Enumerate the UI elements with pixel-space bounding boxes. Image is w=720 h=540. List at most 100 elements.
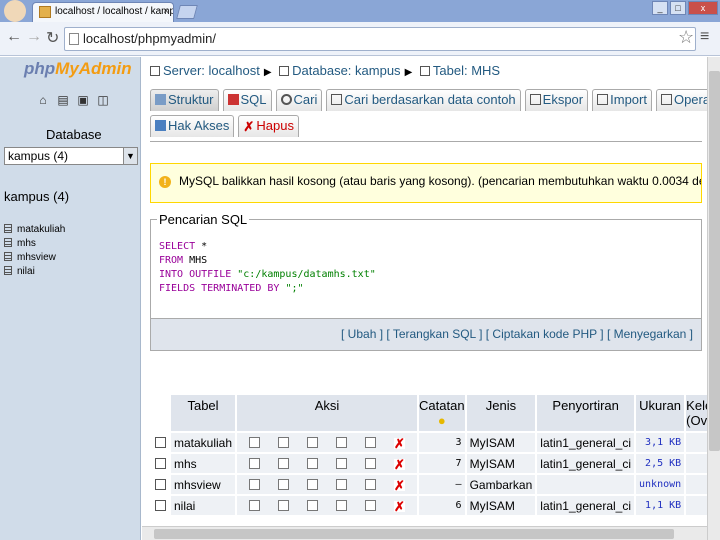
minimize-icon[interactable]: _ [652, 1, 668, 15]
row-checkbox[interactable] [155, 499, 166, 511]
search-icon[interactable] [307, 436, 319, 448]
records-cell: 6 [419, 496, 465, 515]
drop-icon[interactable]: ✗ [394, 479, 406, 492]
database-select[interactable]: kampus (4) ▼ [4, 147, 138, 165]
tab-hapus[interactable]: ✗ Hapus [238, 115, 299, 137]
search-icon[interactable] [307, 499, 319, 511]
size-cell[interactable]: 3,1 KB [636, 433, 685, 452]
empty-icon[interactable] [365, 478, 377, 490]
collation-cell: latin1_general_ci [537, 496, 635, 515]
bookmark-star-icon[interactable]: ☆ [678, 27, 694, 48]
tab-operasi[interactable]: Operasi [655, 89, 707, 111]
tab-import[interactable]: Import [592, 89, 652, 111]
collation-cell [537, 475, 635, 494]
horizontal-scrollbar[interactable] [142, 526, 707, 540]
browse-icon[interactable] [249, 499, 261, 511]
table-name-link[interactable]: matakuliah [171, 433, 236, 452]
insert-icon[interactable] [336, 457, 348, 469]
browse-icon[interactable] [249, 478, 261, 490]
empty-icon[interactable] [365, 436, 377, 448]
tab-struktur[interactable]: Struktur [150, 89, 219, 111]
actions-cell: ✗ [237, 433, 418, 452]
sidebar-table-item[interactable]: mhsview [4, 251, 65, 265]
empty-icon[interactable] [365, 499, 377, 511]
tab-sql[interactable]: SQL [222, 89, 272, 111]
tab-cari[interactable]: Cari [275, 89, 323, 111]
chevron-down-icon[interactable]: ▼ [123, 148, 137, 164]
breadcrumb-server[interactable]: Server: localhost [163, 63, 260, 78]
tab-query-by-example[interactable]: Cari berdasarkan data contoh [326, 89, 521, 111]
sidebar-table-item[interactable]: nilai [4, 265, 65, 279]
database-heading-link[interactable]: kampus (4) [4, 189, 69, 204]
table-name-link[interactable]: mhsview [171, 475, 236, 494]
tab-ekspor[interactable]: Ekspor [524, 89, 589, 111]
vertical-scrollbar[interactable] [707, 57, 720, 540]
maximize-icon[interactable]: □ [670, 1, 686, 15]
sql-box-legend: Pencarian SQL [157, 212, 250, 227]
vertical-scroll-thumb[interactable] [709, 71, 720, 451]
tab-close-icon[interactable]: × [163, 3, 169, 21]
insert-icon[interactable] [336, 499, 348, 511]
sql-keyword: FROM [159, 255, 184, 266]
docs-icon[interactable]: ▣ [76, 93, 90, 107]
sql-links[interactable]: [ Ubah ] [ Terangkan SQL ] [ Ciptakan ko… [341, 327, 693, 341]
overhead-cell[interactable]: 64 [686, 454, 707, 473]
structure-icon[interactable] [278, 457, 290, 469]
column-header-jenis[interactable]: Jenis [466, 395, 536, 431]
structure-icon[interactable] [278, 499, 290, 511]
search-icon[interactable] [307, 457, 319, 469]
tables-list: Tabel Aksi Catatan ● Jenis Penyortiran Uk… [150, 393, 707, 517]
row-select-cell [152, 475, 169, 494]
address-bar[interactable]: localhost/phpmyadmin/ [64, 27, 696, 51]
browser-tab-title: localhost / localhost / kampus [55, 6, 174, 17]
size-cell[interactable]: 1,1 KB [636, 496, 685, 515]
breadcrumb-database[interactable]: Database: kampus [292, 63, 400, 78]
size-cell[interactable]: 2,5 KB [636, 454, 685, 473]
column-header-penyortiran[interactable]: Penyortiran [537, 395, 635, 431]
new-tab-button[interactable] [176, 5, 198, 19]
drop-icon[interactable]: ✗ [394, 437, 406, 450]
sidebar-table-item[interactable]: matakuliah [4, 223, 65, 237]
sql-window-icon[interactable]: ▤ [56, 93, 70, 107]
column-header-ukuran[interactable]: Ukuran [636, 395, 685, 431]
drop-icon[interactable]: ✗ [394, 458, 406, 471]
table-name-link[interactable]: mhs [171, 454, 236, 473]
sql-string: "c:/kampus/datamhs.txt" [231, 269, 376, 280]
column-header-tabel[interactable]: Tabel [171, 395, 236, 431]
column-header-label: (Over [686, 413, 707, 428]
row-checkbox[interactable] [155, 478, 166, 490]
column-header-catatan[interactable]: Catatan ● [419, 395, 465, 431]
row-select-cell [152, 454, 169, 473]
navigation-sidebar: phpMyAdmin ⌂ ▤ ▣ ◫ Database kampus (4) ▼… [0, 57, 141, 540]
empty-icon[interactable] [365, 457, 377, 469]
sidebar-table-item[interactable]: mhs [4, 237, 65, 251]
sql-links-bar[interactable]: [ Ubah ] [ Terangkan SQL ] [ Ciptakan ko… [150, 319, 702, 351]
browse-icon[interactable] [249, 457, 261, 469]
profile-avatar-icon[interactable] [4, 0, 26, 22]
table-name-link[interactable]: nilai [171, 496, 236, 515]
horizontal-scroll-thumb[interactable] [154, 529, 674, 539]
drop-icon[interactable]: ✗ [394, 500, 406, 513]
browser-tab[interactable]: localhost / localhost / kampus × [32, 2, 174, 22]
insert-icon[interactable] [336, 478, 348, 490]
home-icon[interactable]: ⌂ [36, 93, 50, 107]
reload-icon[interactable]: ↻ [46, 28, 59, 48]
info-icon: ! [159, 176, 171, 188]
tab-label: Operasi [673, 92, 707, 107]
breadcrumb-table[interactable]: Tabel: MHS [433, 63, 500, 78]
close-window-icon[interactable]: x [688, 1, 718, 15]
column-header-overhead[interactable]: Kelebi(Over [686, 395, 707, 431]
structure-icon[interactable] [278, 478, 290, 490]
forward-icon[interactable]: → [26, 28, 42, 46]
row-checkbox[interactable] [155, 436, 166, 448]
help-icon[interactable]: ◫ [96, 93, 110, 107]
search-icon[interactable] [307, 478, 319, 490]
structure-icon[interactable] [278, 436, 290, 448]
back-icon[interactable]: ← [6, 28, 22, 46]
phpmyadmin-logo[interactable]: phpMyAdmin [24, 59, 132, 79]
tab-hak-akses[interactable]: Hak Akses [150, 115, 235, 137]
insert-icon[interactable] [336, 436, 348, 448]
wrench-menu-icon[interactable]: ≡ [700, 28, 709, 46]
row-checkbox[interactable] [155, 457, 166, 469]
browse-icon[interactable] [249, 436, 261, 448]
